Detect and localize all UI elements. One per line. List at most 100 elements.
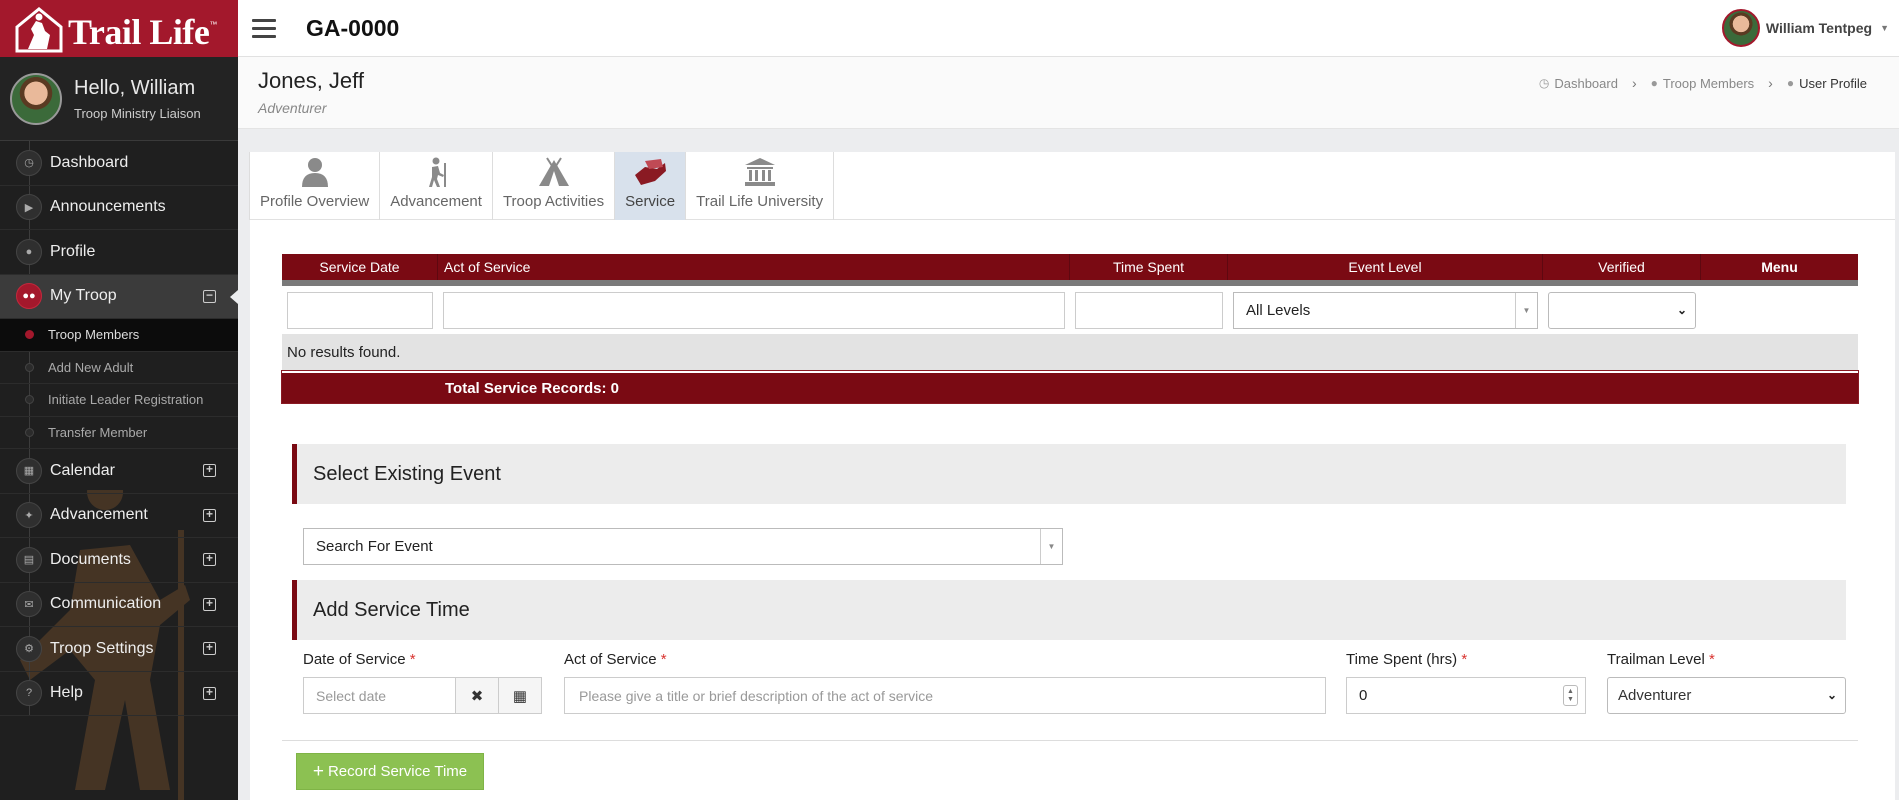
act-of-service-label: Act of Service * bbox=[564, 651, 667, 668]
tab-advancement[interactable]: Advancement bbox=[379, 152, 493, 220]
sidebar-item-advancement[interactable]: ✦ Advancement + bbox=[0, 494, 238, 538]
verified-filter[interactable]: ⌄ bbox=[1548, 291, 1696, 329]
expand-icon[interactable]: + bbox=[203, 686, 216, 700]
greeting: Hello, William bbox=[74, 76, 196, 99]
profile-tabs: Profile Overview Advancement Troop Activ… bbox=[249, 152, 1895, 220]
sidebar-item-communication[interactable]: ✉ Communication + bbox=[0, 583, 238, 627]
topbar: GA-0000 William Tentpeg ▼ bbox=[238, 0, 1899, 57]
time-spent-label: Time Spent (hrs) * bbox=[1346, 651, 1467, 668]
sidebar-item-label: My Troop bbox=[50, 287, 117, 305]
add-service-heading: Add Service Time bbox=[292, 580, 1846, 640]
envelope-icon: ✉ bbox=[16, 591, 42, 618]
caret-down-icon: ▼ bbox=[1880, 23, 1889, 33]
sidebar-subitem-transfer-member[interactable]: Transfer Member bbox=[0, 417, 238, 449]
number-spinner-icon[interactable]: ▲ ▼ bbox=[1563, 685, 1578, 706]
hamburger-menu-icon[interactable] bbox=[252, 11, 286, 45]
sidebar-subitem-troop-members[interactable]: Troop Members bbox=[0, 319, 238, 352]
page-title: Jones, Jeff bbox=[258, 68, 364, 93]
tab-label: Service bbox=[625, 193, 676, 210]
expand-icon[interactable]: + bbox=[203, 597, 216, 611]
tab-label: Trail Life University bbox=[696, 193, 824, 210]
time-spent-filter[interactable] bbox=[1075, 291, 1223, 329]
column-header-service-date[interactable]: Service Date bbox=[282, 254, 438, 280]
sidebar-subitem-add-new-adult[interactable]: Add New Adult bbox=[0, 352, 238, 384]
content-panel: Profile Overview Advancement Troop Activ… bbox=[249, 152, 1895, 800]
calendar-icon: ▦ bbox=[16, 457, 42, 484]
column-header-act-of-service[interactable]: Act of Service bbox=[438, 254, 1070, 280]
user-role: Troop Ministry Liaison bbox=[74, 105, 201, 121]
page-header: Jones, Jeff Adventurer ◷ Dashboard › ● T… bbox=[238, 57, 1899, 129]
event-search-select[interactable]: Search For Event ▼ bbox=[303, 528, 1063, 565]
user-menu[interactable]: William Tentpeg ▼ bbox=[1721, 9, 1889, 47]
sidebar-item-label: Dashboard bbox=[50, 153, 129, 171]
expand-icon[interactable]: + bbox=[203, 641, 216, 656]
user-icon: ● bbox=[1786, 76, 1795, 90]
sidebar-item-troop-settings[interactable]: ⚙ Troop Settings + bbox=[0, 627, 238, 672]
trailman-level-value: Adventurer bbox=[1618, 687, 1692, 704]
expand-icon[interactable]: + bbox=[203, 552, 216, 567]
tab-service[interactable]: Service bbox=[614, 152, 687, 220]
expand-icon[interactable]: + bbox=[203, 508, 216, 522]
clear-date-icon[interactable]: ✖ bbox=[455, 678, 498, 713]
dropdown-arrow-icon: ▼ bbox=[1515, 292, 1537, 328]
bullet-icon bbox=[25, 395, 34, 405]
service-records-table: Service Date Act of Service Time Spent E… bbox=[281, 254, 1859, 404]
collapse-icon[interactable]: − bbox=[203, 289, 216, 303]
required-marker: * bbox=[660, 651, 667, 668]
tab-trail-life-university[interactable]: Trail Life University bbox=[685, 152, 835, 220]
breadcrumb-dashboard[interactable]: Dashboard bbox=[1554, 76, 1618, 91]
date-of-service-input[interactable]: Select date bbox=[304, 678, 455, 713]
sidebar-item-label: Profile bbox=[50, 242, 96, 260]
logo[interactable]: Trail Life ™ bbox=[0, 0, 238, 57]
service-date-filter[interactable] bbox=[287, 291, 433, 329]
group-icon: ●● bbox=[16, 283, 42, 310]
sidebar-item-documents[interactable]: ▤ Documents + bbox=[0, 538, 238, 583]
sidebar-item-announcements[interactable]: ▶ Announcements bbox=[0, 186, 238, 230]
avatar[interactable] bbox=[10, 72, 62, 125]
user-icon: ● bbox=[16, 238, 42, 265]
sidebar-item-label: Help bbox=[50, 684, 83, 702]
event-search-placeholder: Search For Event bbox=[316, 538, 433, 555]
column-header-time-spent[interactable]: Time Spent bbox=[1070, 254, 1228, 280]
tab-label: Profile Overview bbox=[260, 193, 370, 210]
sidebar-item-dashboard[interactable]: ◷ Dashboard bbox=[0, 141, 238, 186]
hiker-icon: ✦ bbox=[16, 502, 42, 529]
label-text: Act of Service bbox=[564, 651, 657, 668]
trailman-level-select[interactable]: Adventurer ⌄ bbox=[1607, 677, 1846, 714]
total-records: Total Service Records: 0 bbox=[281, 370, 1859, 404]
column-header-verified[interactable]: Verified bbox=[1543, 254, 1701, 280]
event-level-filter-value: All Levels bbox=[1246, 301, 1311, 319]
act-of-service-filter[interactable] bbox=[443, 291, 1065, 329]
label-text: Time Spent (hrs) bbox=[1346, 651, 1458, 668]
sidebar-item-my-troop[interactable]: ●● My Troop − bbox=[0, 274, 238, 319]
sidebar-item-help[interactable]: ? Help + bbox=[0, 672, 238, 716]
chevron-right-icon: › bbox=[1631, 75, 1637, 91]
calendar-icon[interactable]: ▦ bbox=[498, 678, 541, 713]
logo-text: Trail Life bbox=[68, 11, 210, 52]
select-event-heading: Select Existing Event bbox=[292, 444, 1846, 504]
record-service-time-button[interactable]: + Record Service Time bbox=[296, 753, 484, 790]
expand-icon[interactable]: + bbox=[203, 463, 216, 478]
dashboard-icon: ◷ bbox=[1538, 76, 1550, 90]
tab-troop-activities[interactable]: Troop Activities bbox=[491, 152, 616, 220]
column-header-event-level[interactable]: Event Level bbox=[1228, 254, 1543, 280]
date-of-service-label: Date of Service * bbox=[303, 651, 416, 668]
sidebar-item-label: Communication bbox=[50, 595, 162, 613]
breadcrumb-troop-members[interactable]: Troop Members bbox=[1663, 76, 1754, 91]
time-spent-input[interactable]: 0 ▲ ▼ bbox=[1346, 677, 1586, 714]
question-icon: ? bbox=[16, 680, 42, 707]
documents-icon: ▤ bbox=[16, 546, 42, 573]
sidebar-subitem-label: Initiate Leader Registration bbox=[48, 392, 204, 408]
filter-row: All Levels ▼ ⌄ bbox=[282, 286, 1858, 334]
gears-icon: ⚙ bbox=[16, 635, 42, 662]
sidebar-item-label: Announcements bbox=[50, 198, 166, 216]
required-marker: * bbox=[1709, 651, 1715, 668]
event-level-filter[interactable]: All Levels ▼ bbox=[1233, 291, 1538, 329]
sidebar-item-profile[interactable]: ● Profile bbox=[0, 230, 238, 275]
tab-profile-overview[interactable]: Profile Overview bbox=[249, 152, 381, 220]
breadcrumb-user-profile: User Profile bbox=[1799, 75, 1867, 91]
sidebar-item-calendar[interactable]: ▦ Calendar + bbox=[0, 449, 238, 494]
sidebar-subitem-initiate-leader-registration[interactable]: Initiate Leader Registration bbox=[0, 384, 238, 417]
act-of-service-input[interactable]: Please give a title or brief description… bbox=[564, 677, 1326, 714]
sidebar-item-label: Troop Settings bbox=[50, 639, 154, 657]
